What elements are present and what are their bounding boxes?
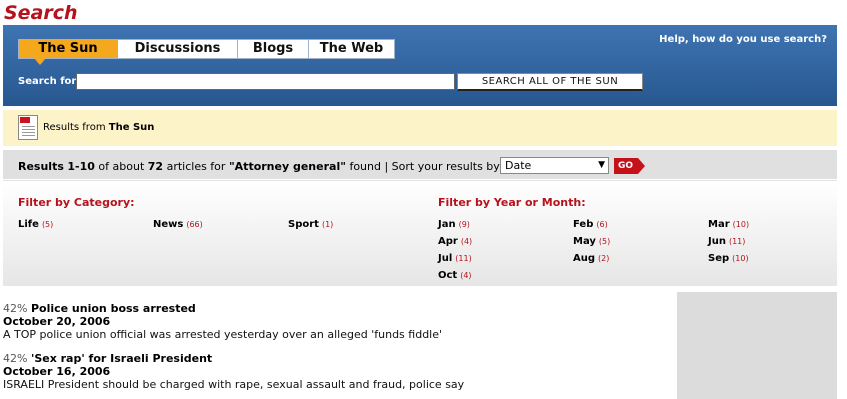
month-filter-jun[interactable]: Jun (11)	[708, 236, 745, 247]
list-item: 42% 'Sex rap' for Israeli President Octo…	[3, 352, 663, 391]
newspaper-icon	[18, 115, 38, 140]
month-label: Feb	[573, 219, 594, 230]
month-count: (4)	[460, 271, 472, 280]
category-filter-heading: Filter by Category:	[18, 196, 135, 209]
category-filter-sport[interactable]: Sport (1)	[288, 219, 333, 230]
category-count: (5)	[41, 220, 54, 229]
month-label: Apr	[438, 236, 458, 247]
month-filter-feb[interactable]: Feb (6)	[573, 219, 608, 230]
result-title-link[interactable]: 'Sex rap' for Israeli President	[31, 352, 212, 365]
month-count: (11)	[728, 237, 746, 246]
result-date: October 16, 2006	[3, 365, 111, 378]
month-count: (11)	[455, 254, 472, 263]
category-label: Sport	[288, 219, 319, 230]
source-prefix: Results from	[43, 122, 106, 133]
month-label: Aug	[573, 253, 596, 264]
sort-select[interactable]: Date ▼	[500, 157, 609, 174]
month-filter-may[interactable]: May (5)	[573, 236, 610, 247]
month-filter-apr[interactable]: Apr (4)	[438, 236, 472, 247]
tab-the-sun[interactable]: The Sun	[18, 39, 118, 65]
search-button[interactable]: SEARCH ALL OF THE SUN	[457, 73, 643, 91]
results-found: found	[349, 160, 381, 173]
month-label: Jun	[708, 236, 726, 247]
source-name: The Sun	[108, 122, 155, 133]
result-date: October 20, 2006	[3, 315, 111, 328]
tab-discussions[interactable]: Discussions	[118, 39, 238, 59]
page-title: Search	[4, 2, 78, 24]
result-title-link[interactable]: Police union boss arrested	[31, 302, 196, 315]
month-count: (6)	[596, 220, 608, 229]
month-count: (4)	[460, 237, 473, 246]
filter-body: Filter by Category: Life (5) News (66) Spo…	[3, 181, 837, 286]
search-input[interactable]	[76, 73, 455, 90]
category-filter-news[interactable]: News (66)	[153, 219, 203, 230]
month-label: Oct	[438, 270, 458, 281]
month-count: (10)	[732, 220, 750, 229]
go-button[interactable]: GO	[614, 158, 645, 174]
category-label: News	[153, 219, 184, 230]
month-count: (9)	[458, 220, 470, 229]
results-prefix: Results	[18, 160, 64, 173]
month-label: Mar	[708, 219, 730, 230]
results-of-about: of about	[98, 160, 145, 173]
sort-value: Date	[505, 159, 532, 172]
search-label: Search for:	[18, 76, 81, 87]
sort-label: | Sort your results by:	[384, 160, 503, 173]
result-snippet: A TOP police union official was arrested…	[3, 328, 443, 341]
filter-area: Results 1-10 of about 72 articles for "A…	[3, 150, 837, 286]
tab-blogs[interactable]: Blogs	[238, 39, 309, 59]
date-filter-heading: Filter by Year or Month:	[438, 196, 586, 209]
search-tabs: The Sun Discussions Blogs The Web	[18, 39, 395, 65]
results-summary: Results 1-10 of about 72 articles for "A…	[18, 160, 503, 173]
category-label: Life	[18, 219, 39, 230]
month-filter-sep[interactable]: Sep (10)	[708, 253, 749, 264]
results-query: "Attorney general"	[228, 160, 346, 173]
month-filter-jul[interactable]: Jul (11)	[438, 253, 472, 264]
source-text: Results from The Sun	[43, 122, 154, 133]
month-filter-oct[interactable]: Oct (4)	[438, 270, 472, 281]
category-filter-life[interactable]: Life (5)	[18, 219, 53, 230]
relevance-score: 42%	[3, 302, 28, 315]
month-filter-jan[interactable]: Jan (9)	[438, 219, 470, 230]
source-bar: Results from The Sun	[3, 110, 837, 146]
month-label: May	[573, 236, 596, 247]
category-count: (66)	[186, 220, 203, 229]
month-count: (5)	[598, 237, 611, 246]
results-bar: Results 1-10 of about 72 articles for "A…	[3, 150, 837, 180]
month-label: Jan	[438, 219, 456, 230]
result-snippet: ISRAELI President should be charged with…	[3, 378, 465, 391]
results-list: 42% Police union boss arrested October 2…	[3, 302, 663, 399]
month-count: (10)	[732, 254, 749, 263]
month-filter-aug[interactable]: Aug (2)	[573, 253, 609, 264]
month-filter-mar[interactable]: Mar (10)	[708, 219, 749, 230]
chevron-down-icon: ▼	[598, 160, 605, 170]
ad-placeholder	[677, 292, 837, 399]
results-count: 72	[147, 160, 164, 173]
month-label: Jul	[438, 253, 453, 264]
month-label: Sep	[708, 253, 730, 264]
category-count: (1)	[321, 220, 334, 229]
results-articles-for: articles for	[166, 160, 226, 173]
relevance-score: 42%	[3, 352, 28, 365]
help-link[interactable]: Help, how do you use search?	[659, 34, 827, 45]
results-range: 1-10	[67, 160, 95, 173]
tab-the-web[interactable]: The Web	[309, 39, 395, 59]
list-item: 42% Police union boss arrested October 2…	[3, 302, 663, 341]
month-count: (2)	[598, 254, 610, 263]
result-title-line: 42% Police union boss arrested	[3, 302, 663, 315]
result-title-line: 42% 'Sex rap' for Israeli President	[3, 352, 663, 365]
search-panel: The Sun Discussions Blogs The Web Help, …	[3, 25, 837, 106]
